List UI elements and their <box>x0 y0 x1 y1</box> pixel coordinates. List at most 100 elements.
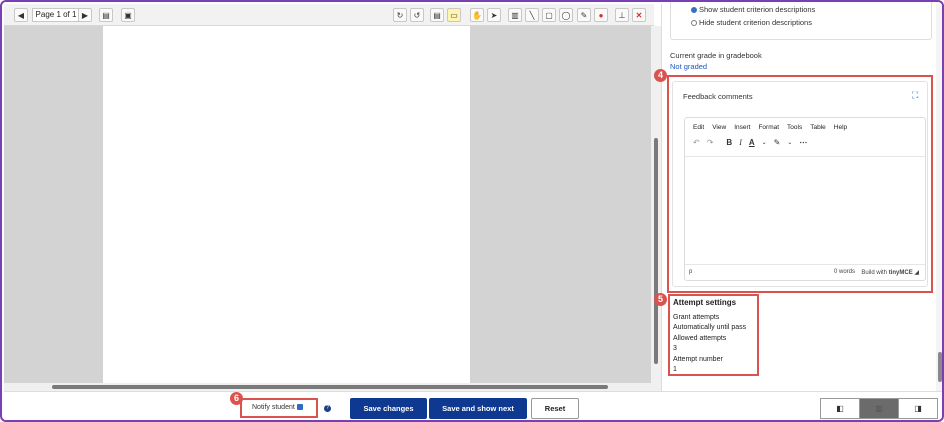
save-show-next-button[interactable]: Save and show next <box>429 398 527 419</box>
expand-comments-button[interactable]: ▣ <box>121 8 135 22</box>
stamp-icon: ⊥ <box>618 10 626 20</box>
editor-content-area[interactable] <box>685 156 925 264</box>
default-layout-button[interactable]: ▥ <box>860 399 899 418</box>
panel-split-icon: ▥ <box>875 404 883 413</box>
menu-help[interactable]: Help <box>834 124 847 131</box>
attempt-settings: Attempt settings Grant attempts Automati… <box>668 294 759 376</box>
comment-icon: ▤ <box>433 10 441 20</box>
panel-left-icon: ◧ <box>836 404 844 413</box>
allowed-attempts-value: 3 <box>673 345 677 352</box>
annotation-color-button[interactable]: ● <box>594 8 608 22</box>
select-tool-button[interactable]: ➤ <box>487 8 501 22</box>
comment-tool-button[interactable]: ▤ <box>430 8 444 22</box>
checkbox-checked-icon[interactable] <box>296 404 303 411</box>
close-icon: ✕ <box>635 10 643 20</box>
scrollbar-thumb[interactable] <box>654 138 658 364</box>
undo-icon[interactable]: ↶ <box>693 138 700 147</box>
attempt-number-label: Attempt number <box>673 355 723 363</box>
pdf-page[interactable] <box>103 26 470 383</box>
stamp-picker-button[interactable]: ▥ <box>508 8 522 22</box>
comment-color-button[interactable]: ▭ <box>447 8 461 22</box>
gradebook-value: Not graded <box>670 62 708 71</box>
panel-right-icon: ◨ <box>914 404 922 413</box>
pan-tool-button[interactable]: ✋ <box>470 8 484 22</box>
line-tool-button[interactable]: ╲ <box>525 8 539 22</box>
stamp-tool-button[interactable]: ⊥ <box>615 8 629 22</box>
more-icon[interactable]: ⋯ <box>799 138 807 147</box>
grant-attempts-value: Automatically until pass <box>673 324 747 331</box>
notify-student-checkbox[interactable]: Notify student <box>240 398 318 418</box>
panel-scrollbar[interactable] <box>936 4 942 391</box>
rectangle-icon: ▢ <box>545 10 553 20</box>
hand-icon: ✋ <box>472 10 482 20</box>
search-comments-button[interactable]: ▤ <box>99 8 113 22</box>
next-page-button[interactable]: ▶ <box>78 8 92 22</box>
menu-tools[interactable]: Tools <box>787 124 802 131</box>
scrollbar-thumb[interactable] <box>938 352 942 382</box>
step-marker-5: 5 <box>654 293 667 306</box>
chart-icon: ▥ <box>511 10 519 20</box>
text-color-icon[interactable]: A <box>749 138 755 147</box>
redo-icon[interactable]: ↷ <box>707 138 714 147</box>
menu-view[interactable]: View <box>712 124 726 131</box>
chevron-down-icon[interactable]: ⌄ <box>762 139 767 146</box>
attempt-heading: Attempt settings <box>673 298 737 307</box>
gradebook-label: Current grade in gradebook <box>670 51 762 60</box>
reset-button[interactable]: Reset <box>531 398 579 419</box>
rotate-right-icon: ↻ <box>396 10 404 20</box>
prev-page-button[interactable]: ◀ <box>14 8 28 22</box>
oval-icon: ◯ <box>561 10 571 20</box>
bold-icon[interactable]: B <box>726 138 732 147</box>
expand-icon: ▣ <box>124 10 132 20</box>
resize-handle-icon[interactable]: ◢ <box>914 270 919 276</box>
hide-criterion-option[interactable]: Hide student criterion descriptions <box>691 16 911 29</box>
pdf-viewer[interactable] <box>4 26 651 383</box>
word-count[interactable]: 0 words <box>834 269 855 275</box>
menu-insert[interactable]: Insert <box>734 124 750 131</box>
comment-list-icon: ▤ <box>102 10 110 20</box>
rotate-right-button[interactable]: ↻ <box>393 8 407 22</box>
tinymce-logo: tinyMCE <box>888 270 913 276</box>
italic-icon[interactable]: I <box>739 138 742 147</box>
grant-attempts-label: Grant attempts <box>673 313 720 321</box>
collapse-grade-panel-button[interactable]: ◧ <box>821 399 860 418</box>
notify-label: Notify student <box>252 404 295 411</box>
menu-table[interactable]: Table <box>810 124 826 131</box>
layout-toggle-group: ◧ ▥ ◨ <box>820 398 938 419</box>
oval-tool-button[interactable]: ◯ <box>559 8 573 22</box>
feedback-title: Feedback comments <box>683 92 753 101</box>
feedback-section: Feedback comments ⛶ Edit View Insert For… <box>667 75 933 293</box>
rotate-left-icon: ↺ <box>413 10 421 20</box>
editor-statusbar: p 0 words Build with tinyMCE ◢ <box>685 264 925 280</box>
pen-tool-button[interactable]: ✎ <box>577 8 591 22</box>
action-bar: 6 Notify student ? Save changes Save and… <box>4 391 942 420</box>
rich-text-editor: Edit View Insert Format Tools Table Help… <box>684 117 926 281</box>
color-swatch-icon: ▭ <box>450 10 458 20</box>
criterion-options: Show student criterion descriptions Hide… <box>670 2 932 40</box>
radio-selected-icon[interactable] <box>691 7 697 14</box>
help-icon[interactable]: ? <box>324 405 331 412</box>
show-criterion-option[interactable]: Show student criterion descriptions <box>691 3 911 16</box>
tinymce-branding[interactable]: Build with tinyMCE ◢ <box>861 269 919 276</box>
chevron-left-icon: ◀ <box>17 10 25 20</box>
allowed-attempts-label: Allowed attempts <box>673 334 727 342</box>
delete-annotation-button[interactable]: ✕ <box>632 8 646 22</box>
radio-icon[interactable] <box>691 20 697 27</box>
rotate-left-button[interactable]: ↺ <box>410 8 424 22</box>
fullscreen-icon[interactable]: ⛶ <box>912 91 921 100</box>
pdf-horizontal-scrollbar[interactable] <box>4 383 661 391</box>
menu-format[interactable]: Format <box>758 124 779 131</box>
pointer-icon: ➤ <box>490 10 498 20</box>
chevron-down-icon[interactable]: ⌄ <box>787 139 792 146</box>
pdf-toolbar: ◀ Page 1 of 1 ▶ ▤ ▣ ↻ ↺ ▤ ▭ ✋ ➤ ▥ ╲ ▢ ◯ … <box>4 4 654 26</box>
grading-panel: Show student criterion descriptions Hide… <box>654 2 942 391</box>
line-icon: ╲ <box>529 10 535 20</box>
scrollbar-thumb[interactable] <box>52 385 608 389</box>
collapse-review-panel-button[interactable]: ◨ <box>899 399 937 418</box>
rectangle-tool-button[interactable]: ▢ <box>542 8 556 22</box>
step-marker-4: 4 <box>654 69 667 82</box>
highlight-icon[interactable]: ✎ <box>774 138 781 147</box>
save-changes-button[interactable]: Save changes <box>350 398 427 419</box>
menu-edit[interactable]: Edit <box>693 124 704 131</box>
element-path[interactable]: p <box>689 269 692 275</box>
